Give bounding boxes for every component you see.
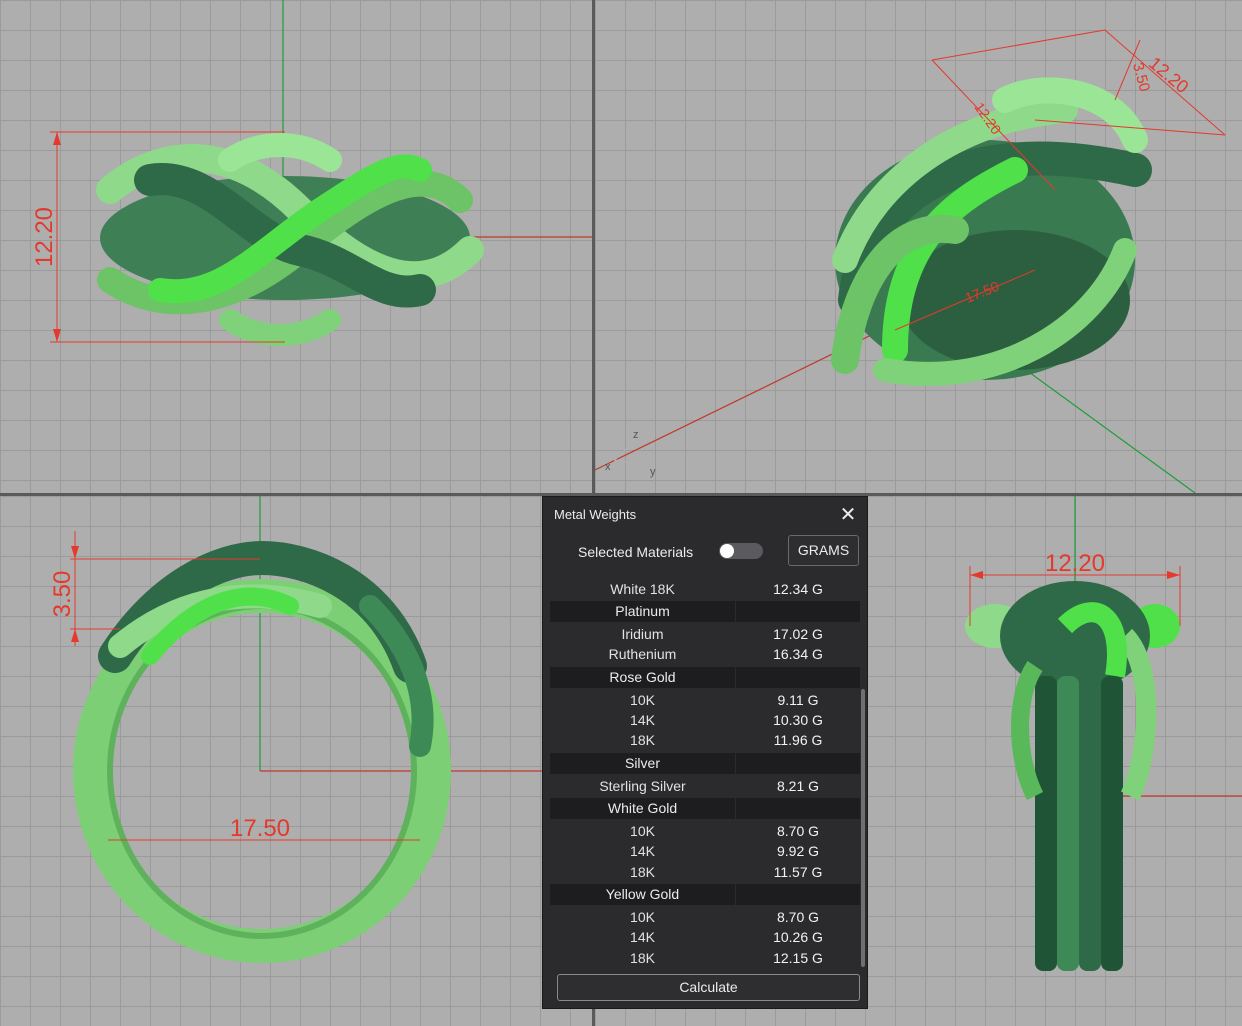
table-group-row: Silver: [550, 753, 860, 774]
table-group-row: Yellow Gold: [550, 884, 860, 905]
table-row: Sterling Silver 8.21 G: [550, 776, 860, 797]
top-view-drawing: 12.20: [31, 0, 592, 346]
metal-weight: 9.11 G: [777, 692, 819, 708]
axis-z-label: z: [633, 429, 639, 441]
units-button[interactable]: GRAMS: [788, 535, 859, 566]
metal-name: Ruthenium: [608, 646, 677, 662]
table-row: 10K 8.70 G: [550, 821, 860, 842]
table-row: 14K 9.92 G: [550, 841, 860, 862]
metal-group-name: Platinum: [550, 601, 735, 622]
metal-name: Iridium: [621, 626, 664, 642]
metal-group-name: Rose Gold: [550, 667, 735, 688]
right-dimension-label: 12.20: [1045, 550, 1105, 577]
metal-weight: 11.57 G: [773, 864, 823, 880]
table-group-row: White Gold: [550, 798, 860, 819]
table-row: 10K 9.11 G: [550, 690, 860, 711]
viewport-front[interactable]: 3.50 17.50: [0, 496, 592, 1026]
metal-name: 14K: [630, 929, 655, 945]
viewport-perspective[interactable]: 12.20 3.50 12.20 17.50 z x y: [595, 0, 1242, 493]
perspective-dimension-1: 12.20: [1145, 53, 1192, 97]
metal-weight: [736, 798, 860, 819]
front-view-drawing: 3.50 17.50: [49, 496, 592, 963]
table-row: Iridium 17.02 G: [550, 624, 860, 645]
metal-name: White 18K: [610, 581, 675, 597]
metal-weight: [736, 753, 860, 774]
metal-weights-panel: Metal Weights ✕ Selected Materials GRAMS…: [542, 496, 868, 1009]
toggle-knob: [720, 544, 734, 558]
metal-weight: [736, 884, 860, 905]
dimension-label: 12.20: [31, 207, 58, 267]
metal-weight: 11.96 G: [773, 732, 823, 748]
viewport-top[interactable]: 12.20: [0, 0, 592, 493]
metal-name: 14K: [630, 843, 655, 859]
metal-name: 14K: [630, 712, 655, 728]
close-icon[interactable]: ✕: [838, 502, 858, 526]
metal-name: 10K: [630, 692, 655, 708]
metal-name: 10K: [630, 823, 655, 839]
metal-group-name: Yellow Gold: [550, 884, 735, 905]
table-row: 18K 11.96 G: [550, 730, 860, 751]
metal-weight: [736, 667, 860, 688]
table-row: 18K 12.15 G: [550, 948, 860, 969]
metal-weight: 8.70 G: [776, 823, 820, 839]
panel-title: Metal Weights: [554, 507, 637, 522]
metal-weight: 12.34 G: [773, 581, 823, 597]
metal-name: 18K: [630, 732, 655, 748]
table-row: 18K 11.57 G: [550, 862, 860, 883]
metal-name: Sterling Silver: [599, 778, 686, 794]
ring-front-model[interactable]: [73, 540, 451, 963]
metal-weight: 10.30 G: [773, 712, 823, 728]
perspective-view-drawing: 12.20 3.50 12.20 17.50 z x y: [595, 29, 1226, 493]
table-row: Ruthenium 16.34 G: [550, 644, 860, 665]
axis-widget: z x y: [605, 429, 656, 478]
table-scrollbar[interactable]: [861, 689, 865, 967]
metal-name: 10K: [630, 909, 655, 925]
metal-weight: 16.34 G: [773, 646, 823, 662]
metal-weight: 10.26 G: [773, 929, 823, 945]
metal-name: 18K: [630, 950, 655, 966]
calculate-button[interactable]: Calculate: [557, 974, 860, 1001]
metal-name: 18K: [630, 864, 655, 880]
axis-y-label: y: [650, 466, 656, 478]
front-width-label: 17.50: [230, 815, 290, 842]
table-group-row: Rose Gold: [550, 667, 860, 688]
metal-weight: [736, 601, 860, 622]
table-row: 14K 10.26 G: [550, 927, 860, 948]
weights-table[interactable]: White 18K 12.34 G Platinum Iridium 17.02 G Ru…: [550, 577, 860, 969]
metal-weight: 8.70 G: [776, 909, 820, 925]
table-row: 10K 8.70 G: [550, 907, 860, 928]
ring-perspective-model[interactable]: [831, 77, 1152, 386]
ring-side-model[interactable]: [965, 581, 1180, 971]
metal-weight: 12.15 G: [773, 950, 823, 966]
table-group-row: Platinum: [550, 601, 860, 622]
axis-x-label: x: [605, 461, 611, 473]
table-row: 14K 10.30 G: [550, 710, 860, 731]
front-height-label: 3.50: [49, 571, 76, 618]
metal-group-name: Silver: [550, 753, 735, 774]
metal-weight: 17.02 G: [773, 626, 823, 642]
table-row: White 18K 12.34 G: [550, 579, 860, 600]
metal-group-name: White Gold: [550, 798, 735, 819]
ring-top-model[interactable]: [96, 133, 484, 346]
selected-materials-label: Selected Materials: [578, 544, 694, 560]
metal-weight: 9.92 G: [776, 843, 820, 859]
metal-weight: 8.21 G: [776, 778, 820, 794]
selected-materials-toggle[interactable]: [719, 543, 763, 559]
